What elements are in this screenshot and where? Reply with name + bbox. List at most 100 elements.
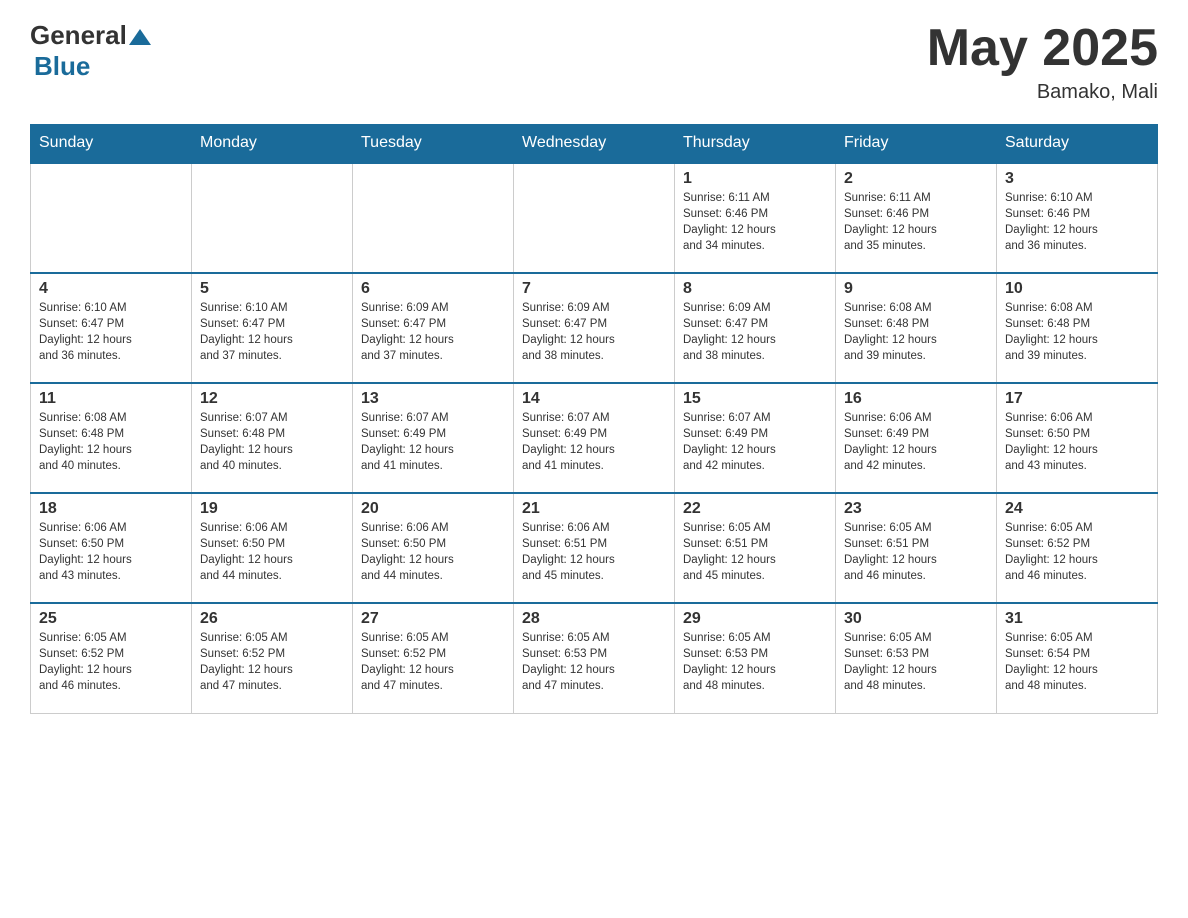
day-info: Sunrise: 6:06 AM Sunset: 6:49 PM Dayligh… (844, 410, 988, 474)
calendar-cell: 11 Sunrise: 6:08 AM Sunset: 6:48 PM Dayli… (31, 383, 192, 493)
calendar-cell: 4Sunrise: 6:10 AM Sunset: 6:47 PM Daylig… (31, 273, 192, 383)
day-number: 12 (200, 390, 344, 408)
calendar-cell: 24 Sunrise: 6:05 AM Sunset: 6:52 PM Dayli… (997, 493, 1158, 603)
day-number: 15 (683, 390, 827, 408)
day-number: 6 (361, 280, 505, 298)
day-info: Sunrise: 6:06 AM Sunset: 6:50 PM Dayligh… (200, 520, 344, 584)
day-info: Sunrise: 6:08 AM Sunset: 6:48 PM Dayligh… (844, 300, 988, 364)
calendar-table: SundayMondayTuesdayWednesdayThursdayFrid… (30, 124, 1158, 714)
day-info: Sunrise: 6:05 AM Sunset: 6:54 PM Dayligh… (1005, 630, 1149, 694)
day-info: Sunrise: 6:05 AM Sunset: 6:51 PM Dayligh… (683, 520, 827, 584)
calendar-cell: 26 Sunrise: 6:05 AM Sunset: 6:52 PM Dayli… (192, 603, 353, 713)
calendar-day-header: Saturday (997, 124, 1158, 163)
day-number: 18 (39, 500, 183, 518)
day-number: 17 (1005, 390, 1149, 408)
calendar-cell: 18Sunrise: 6:06 AM Sunset: 6:50 PM Dayli… (31, 493, 192, 603)
calendar-cell: 27 Sunrise: 6:05 AM Sunset: 6:52 PM Dayli… (353, 603, 514, 713)
calendar-cell: 21 Sunrise: 6:06 AM Sunset: 6:51 PM Dayli… (514, 493, 675, 603)
day-number: 22 (683, 500, 827, 518)
day-info: Sunrise: 6:10 AM Sunset: 6:46 PM Dayligh… (1005, 190, 1149, 254)
day-info: Sunrise: 6:06 AM Sunset: 6:50 PM Dayligh… (361, 520, 505, 584)
day-info: Sunrise: 6:08 AM Sunset: 6:48 PM Dayligh… (39, 410, 183, 474)
day-number: 5 (200, 280, 344, 298)
day-number: 26 (200, 610, 344, 628)
day-info: Sunrise: 6:06 AM Sunset: 6:51 PM Dayligh… (522, 520, 666, 584)
day-info: Sunrise: 6:05 AM Sunset: 6:53 PM Dayligh… (683, 630, 827, 694)
calendar-week-row: 1 Sunrise: 6:11 AM Sunset: 6:46 PM Daylig… (31, 163, 1158, 273)
location-text: Bamako, Mali (927, 81, 1158, 104)
day-info: Sunrise: 6:05 AM Sunset: 6:53 PM Dayligh… (522, 630, 666, 694)
calendar-cell: 30 Sunrise: 6:05 AM Sunset: 6:53 PM Dayli… (836, 603, 997, 713)
calendar-cell: 29Sunrise: 6:05 AM Sunset: 6:53 PM Dayli… (675, 603, 836, 713)
calendar-cell: 9 Sunrise: 6:08 AM Sunset: 6:48 PM Daylig… (836, 273, 997, 383)
day-number: 30 (844, 610, 988, 628)
calendar-cell: 23Sunrise: 6:05 AM Sunset: 6:51 PM Dayli… (836, 493, 997, 603)
day-info: Sunrise: 6:11 AM Sunset: 6:46 PM Dayligh… (844, 190, 988, 254)
day-number: 9 (844, 280, 988, 298)
calendar-cell (192, 163, 353, 273)
calendar-day-header: Thursday (675, 124, 836, 163)
calendar-cell: 12Sunrise: 6:07 AM Sunset: 6:48 PM Dayli… (192, 383, 353, 493)
calendar-cell: 8 Sunrise: 6:09 AM Sunset: 6:47 PM Daylig… (675, 273, 836, 383)
day-number: 8 (683, 280, 827, 298)
calendar-header-row: SundayMondayTuesdayWednesdayThursdayFrid… (31, 124, 1158, 163)
calendar-cell: 17 Sunrise: 6:06 AM Sunset: 6:50 PM Dayli… (997, 383, 1158, 493)
calendar-cell: 19 Sunrise: 6:06 AM Sunset: 6:50 PM Dayli… (192, 493, 353, 603)
calendar-week-row: 18 Sunrise: 6:06 AM Sunset: 6:50 PM Dayli… (31, 493, 1158, 603)
day-info: Sunrise: 6:05 AM Sunset: 6:52 PM Dayligh… (39, 630, 183, 694)
day-number: 19 (200, 500, 344, 518)
calendar-week-row: 11 Sunrise: 6:08 AM Sunset: 6:48 PM Dayli… (31, 383, 1158, 493)
day-info: Sunrise: 6:09 AM Sunset: 6:47 PM Dayligh… (361, 300, 505, 364)
title-area: May 2025 Bamako, Mali (927, 20, 1158, 104)
logo-arrow-icon (129, 29, 151, 45)
day-number: 20 (361, 500, 505, 518)
calendar-cell: 25 Sunrise: 6:05 AM Sunset: 6:52 PM Dayli… (31, 603, 192, 713)
calendar-cell: 20 Sunrise: 6:06 AM Sunset: 6:50 PM Dayli… (353, 493, 514, 603)
day-number: 31 (1005, 610, 1149, 628)
day-number: 24 (1005, 500, 1149, 518)
calendar-day-header: Tuesday (353, 124, 514, 163)
calendar-week-row: 25 Sunrise: 6:05 AM Sunset: 6:52 PM Dayli… (31, 603, 1158, 713)
calendar-cell: 2 Sunrise: 6:11 AM Sunset: 6:46 PM Daylig… (836, 163, 997, 273)
day-number: 14 (522, 390, 666, 408)
day-info: Sunrise: 6:09 AM Sunset: 6:47 PM Dayligh… (683, 300, 827, 364)
calendar-day-header: Monday (192, 124, 353, 163)
day-number: 7 (522, 280, 666, 298)
calendar-cell: 31 Sunrise: 6:05 AM Sunset: 6:54 PM Dayli… (997, 603, 1158, 713)
day-info: Sunrise: 6:05 AM Sunset: 6:52 PM Dayligh… (1005, 520, 1149, 584)
day-number: 11 (39, 390, 183, 408)
day-number: 25 (39, 610, 183, 628)
day-info: Sunrise: 6:05 AM Sunset: 6:52 PM Dayligh… (200, 630, 344, 694)
day-info: Sunrise: 6:07 AM Sunset: 6:49 PM Dayligh… (522, 410, 666, 474)
day-info: Sunrise: 6:10 AM Sunset: 6:47 PM Dayligh… (39, 300, 183, 364)
calendar-day-header: Sunday (31, 124, 192, 163)
day-info: Sunrise: 6:07 AM Sunset: 6:49 PM Dayligh… (361, 410, 505, 474)
day-number: 23 (844, 500, 988, 518)
day-info: Sunrise: 6:10 AM Sunset: 6:47 PM Dayligh… (200, 300, 344, 364)
calendar-day-header: Friday (836, 124, 997, 163)
day-number: 13 (361, 390, 505, 408)
day-number: 27 (361, 610, 505, 628)
day-info: Sunrise: 6:05 AM Sunset: 6:52 PM Dayligh… (361, 630, 505, 694)
logo: General Blue (30, 20, 151, 82)
logo-blue-text: Blue (34, 51, 90, 81)
calendar-cell: 22 Sunrise: 6:05 AM Sunset: 6:51 PM Dayli… (675, 493, 836, 603)
day-info: Sunrise: 6:09 AM Sunset: 6:47 PM Dayligh… (522, 300, 666, 364)
calendar-cell (353, 163, 514, 273)
calendar-cell (514, 163, 675, 273)
day-number: 1 (683, 170, 827, 188)
calendar-cell: 1Sunrise: 6:11 AM Sunset: 6:46 PM Daylig… (675, 163, 836, 273)
calendar-week-row: 4Sunrise: 6:10 AM Sunset: 6:47 PM Daylig… (31, 273, 1158, 383)
calendar-cell: 13 Sunrise: 6:07 AM Sunset: 6:49 PM Dayli… (353, 383, 514, 493)
calendar-cell (31, 163, 192, 273)
calendar-cell: 10Sunrise: 6:08 AM Sunset: 6:48 PM Dayli… (997, 273, 1158, 383)
day-number: 21 (522, 500, 666, 518)
day-info: Sunrise: 6:06 AM Sunset: 6:50 PM Dayligh… (1005, 410, 1149, 474)
day-number: 10 (1005, 280, 1149, 298)
calendar-day-header: Wednesday (514, 124, 675, 163)
day-number: 2 (844, 170, 988, 188)
calendar-cell: 16Sunrise: 6:06 AM Sunset: 6:49 PM Dayli… (836, 383, 997, 493)
calendar-cell: 15Sunrise: 6:07 AM Sunset: 6:49 PM Dayli… (675, 383, 836, 493)
day-info: Sunrise: 6:05 AM Sunset: 6:53 PM Dayligh… (844, 630, 988, 694)
page-header: General Blue May 2025 Bamako, Mali (30, 20, 1158, 104)
